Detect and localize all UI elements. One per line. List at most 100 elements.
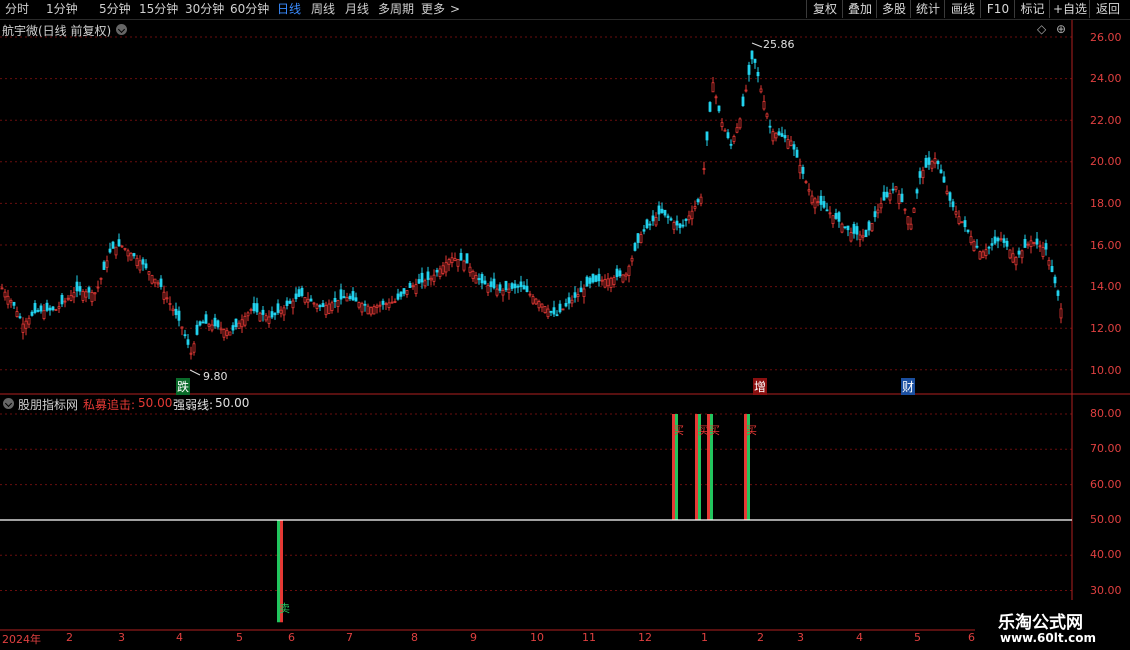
price-tick-12: 12.00 [1090, 322, 1122, 335]
candle-body [813, 198, 817, 209]
candle-body [309, 298, 313, 302]
ind-tick-70: 70.00 [1090, 442, 1122, 455]
month-label: 1 [701, 631, 708, 644]
candle-body [96, 286, 100, 289]
series2-value: 50.00 [215, 396, 250, 410]
candle-body [855, 226, 859, 235]
price-tick-14: 14.00 [1090, 280, 1122, 293]
candle-body [366, 305, 370, 315]
candle-body [411, 285, 415, 288]
candle-body [681, 224, 685, 227]
candle-body [789, 140, 793, 146]
candle-body [915, 189, 919, 194]
candle-body [747, 64, 751, 75]
candle-body [252, 303, 256, 312]
candle-body [39, 305, 43, 312]
candle-body [759, 88, 763, 93]
candle-body [501, 289, 505, 296]
candle-body [975, 245, 979, 248]
candle-body [72, 292, 76, 298]
candle-body [180, 326, 184, 329]
price-tick-26: 26.00 [1090, 31, 1122, 44]
candle-body [465, 253, 469, 264]
candle-body [63, 300, 67, 303]
title-dropdown-icon[interactable] [116, 24, 127, 35]
min-price-label: 9.80 [203, 370, 228, 383]
candle-body [858, 234, 862, 241]
candle-body [195, 324, 199, 335]
candle-body [174, 308, 178, 316]
candle-body [774, 132, 778, 139]
candle-body [810, 195, 814, 204]
candle-body [420, 272, 424, 283]
candle-body [300, 287, 304, 296]
candle-body [675, 220, 679, 226]
candle-body [849, 232, 853, 242]
candle-body [432, 274, 436, 282]
candle-body [540, 303, 544, 308]
price-candles [0, 50, 1063, 360]
candle-body [930, 161, 934, 169]
candle-body [69, 295, 73, 301]
event-marker-zeng[interactable]: 增 [753, 378, 768, 395]
candle-body [1020, 250, 1024, 259]
candle-body [357, 302, 361, 308]
candle-body [354, 297, 358, 302]
candle-body [102, 261, 106, 270]
candle-body [573, 292, 577, 298]
candle-body [225, 330, 229, 336]
candle-body [948, 192, 952, 201]
candle-body [894, 186, 898, 190]
candle-body [522, 285, 526, 290]
candle-body [816, 201, 820, 204]
candle-body [315, 304, 319, 309]
candle-body [153, 278, 157, 284]
candle-body [78, 286, 82, 292]
month-label: 10 [530, 631, 544, 644]
candle-body [627, 265, 631, 276]
price-tick-18: 18.00 [1090, 197, 1122, 210]
candle-body [951, 201, 955, 208]
month-label: 12 [638, 631, 652, 644]
candle-body [750, 50, 754, 60]
candle-body [378, 304, 382, 307]
price-tick-24: 24.00 [1090, 72, 1122, 85]
month-label: 2024年 [2, 633, 41, 646]
candle-body [255, 303, 259, 313]
candle-body [516, 285, 520, 288]
month-label: 3 [797, 631, 804, 644]
candle-body [639, 234, 643, 244]
candle-body [876, 209, 880, 214]
candle-body [678, 223, 682, 228]
diamond-icon[interactable]: ◇ [1037, 22, 1046, 36]
candle-body [756, 71, 760, 77]
candle-body [303, 297, 307, 303]
candle-body [900, 193, 904, 203]
candle-body [336, 299, 340, 307]
candle-body [414, 284, 418, 294]
candle-body [258, 312, 262, 322]
indicator-dropdown-icon[interactable] [3, 398, 14, 409]
candle-body [663, 209, 667, 216]
candle-body [93, 292, 97, 295]
candle-body [804, 181, 808, 183]
candle-body [852, 223, 856, 234]
event-marker-cai[interactable]: 财 [901, 378, 916, 395]
candle-body [555, 314, 559, 317]
candle-body [618, 270, 622, 277]
candle-body [495, 288, 499, 296]
indicator-title[interactable]: 股朋指标网 [18, 396, 78, 413]
candle-body [381, 300, 385, 305]
expand-icon[interactable]: ⊕ [1056, 22, 1066, 36]
candle-body [795, 149, 799, 158]
candle-body [561, 308, 565, 311]
indicator-grid [0, 413, 1072, 591]
event-marker-die[interactable]: 跌 [176, 378, 191, 395]
candle-body [351, 291, 355, 301]
candle-body [282, 307, 286, 316]
candle-body [108, 248, 112, 253]
candle-body [1005, 240, 1009, 247]
candle-body [393, 301, 397, 303]
candle-body [306, 298, 310, 303]
month-label: 5 [914, 631, 921, 644]
